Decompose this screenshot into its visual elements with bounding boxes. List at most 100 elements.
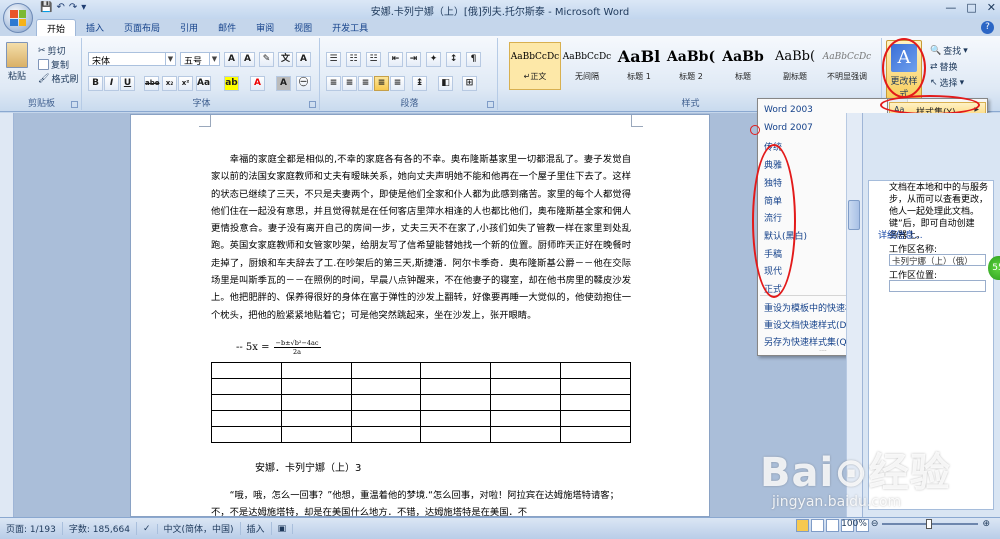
table-cell[interactable]: [490, 394, 562, 411]
select-button[interactable]: ↖ 选择 ▾: [930, 76, 964, 90]
proofing-icon[interactable]: ✓: [137, 523, 158, 534]
enclose-char-icon[interactable]: ㊀: [296, 76, 311, 91]
table-cell[interactable]: [560, 378, 631, 395]
zoom-slider[interactable]: [882, 519, 979, 529]
workspace-location-select[interactable]: [889, 280, 986, 292]
tab-page-layout[interactable]: 页面布局: [114, 19, 170, 36]
cut-button[interactable]: ✂ 剪切: [38, 44, 66, 58]
paragraph-launcher-icon[interactable]: [487, 101, 494, 108]
table-cell[interactable]: [560, 394, 631, 411]
bullets-icon[interactable]: ☰: [326, 52, 341, 67]
align-left-icon[interactable]: ≡: [326, 76, 341, 91]
table-cell[interactable]: [350, 426, 422, 443]
justify-icon[interactable]: ≡: [374, 76, 389, 91]
table-cell[interactable]: [280, 378, 352, 395]
table-cell[interactable]: [211, 394, 282, 411]
table-cell[interactable]: [560, 362, 631, 379]
language-indicator[interactable]: 中文(简体，中国): [158, 522, 241, 535]
equation[interactable]: -- 5x = −b±√b²−4ac 2a: [236, 339, 321, 356]
help-icon[interactable]: ?: [981, 21, 994, 34]
table-cell[interactable]: [211, 378, 282, 395]
more-info-link[interactable]: 详细信息...: [878, 228, 923, 241]
table-cell[interactable]: [490, 410, 562, 427]
font-color-icon[interactable]: A: [250, 76, 265, 91]
table-cell[interactable]: [211, 426, 282, 443]
zoom-level[interactable]: 100%: [841, 519, 867, 529]
replace-button[interactable]: ⇄ 替换: [930, 60, 958, 74]
tab-developer[interactable]: 开发工具: [322, 19, 378, 36]
find-button[interactable]: 🔍 查找 ▾: [930, 44, 968, 58]
document-page[interactable]: 幸福的家庭全都是相似的,不幸的家庭各有各的不幸。奥布隆斯基家里一切都混乱了。妻子…: [130, 114, 710, 517]
insert-mode[interactable]: 插入: [241, 522, 272, 535]
paragraph-2[interactable]: “哦，哦，怎么一回事？”他想，重温着他的梦境.“怎么回事，对啦！阿拉宾在达姆施塔…: [211, 487, 631, 516]
tab-review[interactable]: 审阅: [246, 19, 284, 36]
show-marks-icon[interactable]: ¶: [466, 52, 481, 67]
page-count[interactable]: 页面: 1/193: [0, 522, 63, 535]
table-cell[interactable]: [211, 410, 282, 427]
table-cell[interactable]: [560, 426, 631, 443]
scroll-thumb[interactable]: [848, 200, 860, 230]
strikethrough-button[interactable]: abe: [144, 76, 159, 91]
underline-button[interactable]: U: [120, 76, 135, 91]
align-center-icon[interactable]: ≡: [342, 76, 357, 91]
char-border-icon[interactable]: A: [296, 52, 311, 67]
bold-button[interactable]: B: [88, 76, 103, 91]
tab-home[interactable]: 开始: [36, 19, 77, 36]
distributed-icon[interactable]: ≡: [390, 76, 405, 91]
format-painter-button[interactable]: 🖌 格式刷: [38, 72, 78, 86]
clipboard-launcher-icon[interactable]: [71, 101, 78, 108]
table-cell[interactable]: [350, 362, 422, 379]
style-no-spacing[interactable]: AaBbCcDc 无间隔: [561, 42, 613, 90]
table-cell[interactable]: [280, 394, 352, 411]
style-heading-2[interactable]: AaBb(标题 2: [665, 42, 717, 90]
borders-icon[interactable]: ⊞: [462, 76, 477, 91]
paragraph-1[interactable]: 幸福的家庭全都是相似的,不幸的家庭各有各的不幸。奥布隆斯基家里一切都混乱了。妻子…: [211, 151, 631, 324]
zoom-knob[interactable]: [926, 519, 933, 529]
clear-format-icon[interactable]: ✎: [259, 52, 274, 67]
chinese-layout-icon[interactable]: ✦: [426, 52, 441, 67]
table-cell[interactable]: [560, 410, 631, 427]
shrink-font-button[interactable]: A: [240, 52, 255, 67]
multilevel-list-icon[interactable]: ☳: [366, 52, 381, 67]
style-subtle-emphasis[interactable]: AaBbCcDc 不明显强调: [821, 42, 873, 90]
decrease-indent-icon[interactable]: ⇤: [388, 52, 403, 67]
shading-icon[interactable]: ◧: [438, 76, 453, 91]
tab-view[interactable]: 视图: [284, 19, 322, 36]
char-shading-icon[interactable]: A: [276, 76, 291, 91]
full-screen-reading-icon[interactable]: [811, 519, 824, 532]
align-right-icon[interactable]: ≡: [358, 76, 373, 91]
increase-indent-icon[interactable]: ⇥: [406, 52, 421, 67]
style-set-action[interactable]: 另存为快速样式集(Q)...: [764, 335, 859, 348]
print-layout-icon[interactable]: [796, 519, 809, 532]
copy-button[interactable]: 复制: [38, 58, 69, 71]
table-cell[interactable]: [350, 378, 422, 395]
chapter-subtitle[interactable]: 安娜．卡列宁娜（上）3: [255, 459, 361, 474]
record-macro-icon[interactable]: ▣: [272, 523, 294, 534]
word-count[interactable]: 字数: 185,664: [63, 522, 137, 535]
document-table[interactable]: [211, 362, 631, 443]
maximize-button[interactable]: □: [966, 1, 976, 14]
style-set-item[interactable]: Word 2007: [764, 123, 813, 133]
minimize-button[interactable]: —: [945, 1, 956, 14]
sort-icon[interactable]: ↕: [446, 52, 461, 67]
table-cell[interactable]: [420, 362, 492, 379]
zoom-in-icon[interactable]: ⊕: [982, 519, 990, 529]
close-button[interactable]: ✕: [987, 1, 996, 14]
table-cell[interactable]: [350, 410, 422, 427]
tab-mailings[interactable]: 邮件: [208, 19, 246, 36]
change-case-icon[interactable]: Aa: [196, 76, 211, 91]
italic-button[interactable]: I: [104, 76, 119, 91]
style-subtitle[interactable]: AaBb(副标题: [769, 42, 821, 90]
table-cell[interactable]: [420, 394, 492, 411]
table-cell[interactable]: [211, 362, 282, 379]
table-cell[interactable]: [350, 394, 422, 411]
style-set-item[interactable]: Word 2003: [764, 105, 813, 115]
numbering-icon[interactable]: ☷: [346, 52, 361, 67]
web-layout-icon[interactable]: [826, 519, 839, 532]
tab-references[interactable]: 引用: [170, 19, 208, 36]
table-cell[interactable]: [280, 410, 352, 427]
phonetic-guide-icon[interactable]: 文: [278, 52, 293, 67]
table-cell[interactable]: [490, 362, 562, 379]
superscript-button[interactable]: x²: [178, 76, 193, 91]
style-set-action[interactable]: 重设文档快速样式(D): [764, 318, 850, 331]
